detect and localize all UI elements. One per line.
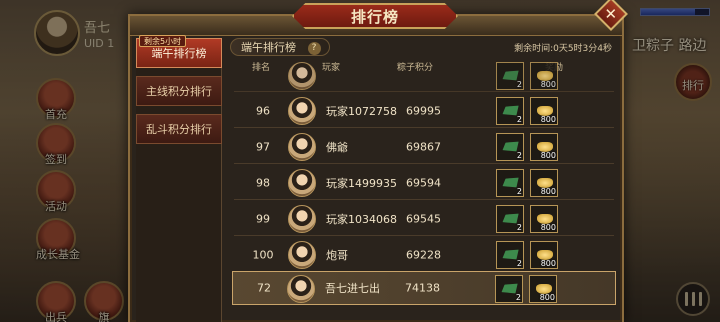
reward-zongzi-leaf[interactable]: 2 (496, 97, 524, 125)
reward-gold-ingot[interactable]: 800 (529, 275, 557, 303)
my-rank-row[interactable]: 72 吾七进七出 74138 2 800 (232, 271, 616, 305)
close-icon: ✕ (604, 4, 618, 23)
reward-zongzi-leaf[interactable]: 2 (496, 205, 524, 233)
avatar (288, 133, 316, 161)
table-row[interactable]: 97 佛爺 69867 2 800 (234, 130, 614, 164)
remaining-time: 剩余时间:0天5时3分4秒 (514, 44, 612, 54)
table-row[interactable]: 99 玩家1034068 69545 2 800 (234, 202, 614, 236)
table-row[interactable]: 96 玩家1072758 69995 2 800 (234, 94, 614, 128)
avatar (288, 169, 316, 197)
reward-gold-ingot[interactable]: 800 (530, 62, 558, 90)
reward-zongzi-leaf[interactable]: 2 (496, 241, 524, 269)
reward-zongzi-leaf[interactable]: 2 (495, 275, 523, 303)
tab-mainline-ranking[interactable]: 主线积分排行 (136, 76, 222, 106)
panel-tab: 端午排行榜 ? (230, 38, 330, 56)
reward-gold-ingot[interactable]: 800 (530, 205, 558, 233)
reward-gold-ingot[interactable]: 800 (530, 133, 558, 161)
time-left-badge: 剩余5小时 (139, 35, 187, 47)
category-list: 剩余5小时 端午排行榜 主线积分排行 乱斗积分排行 (136, 35, 222, 152)
table-row[interactable]: 100 炮哥 69228 2 800 (234, 238, 614, 272)
table-row[interactable]: 98 玩家1499935 69594 2 800 (234, 166, 614, 200)
reward-gold-ingot[interactable]: 800 (530, 97, 558, 125)
reward-zongzi-leaf[interactable]: 2 (496, 133, 524, 161)
help-icon[interactable]: ? (307, 41, 321, 55)
tab-dragon-boat-ranking[interactable]: 剩余5小时 端午排行榜 (136, 35, 222, 68)
dialog-title: 排行榜 (292, 3, 458, 29)
panel-header: 端午排行榜 ? 剩余时间:0天5时3分4秒 (230, 38, 618, 58)
avatar (288, 62, 316, 90)
avatar (288, 205, 316, 233)
table-row[interactable]: 2 800 (234, 62, 614, 92)
reward-zongzi-leaf[interactable]: 2 (496, 62, 524, 90)
avatar (287, 275, 315, 303)
reward-zongzi-leaf[interactable]: 2 (496, 169, 524, 197)
reward-gold-ingot[interactable]: 800 (530, 241, 558, 269)
avatar (288, 97, 316, 125)
tab-brawl-ranking[interactable]: 乱斗积分排行 (136, 114, 222, 144)
reward-gold-ingot[interactable]: 800 (530, 169, 558, 197)
avatar (288, 241, 316, 269)
